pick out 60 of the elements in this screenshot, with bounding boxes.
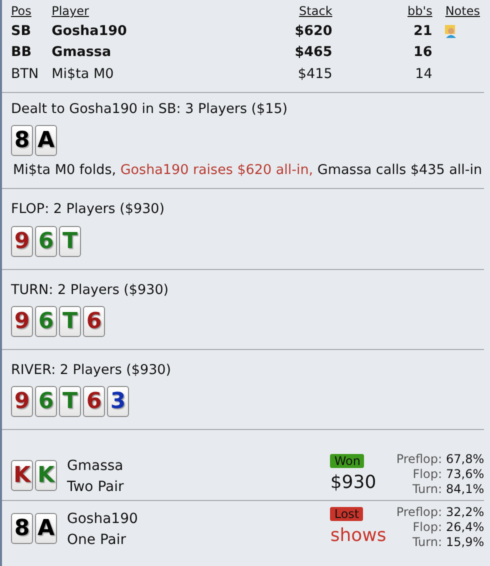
- equity-label: Flop:: [412, 520, 442, 535]
- playing-card: 6: [83, 306, 105, 337]
- big-blinds-count: 16: [414, 44, 432, 60]
- stack-amount: $415: [298, 66, 332, 82]
- player-name: Gmassa: [67, 457, 124, 476]
- equity-label: Preflop:: [396, 505, 442, 520]
- equity-value: 15,9%: [446, 535, 484, 550]
- player-name: Gosha190: [67, 510, 139, 529]
- result-amount: $930: [330, 472, 378, 494]
- player-name: Gmassa: [52, 44, 112, 60]
- playing-card: 6: [35, 386, 57, 417]
- hand-rank: One Pair: [67, 531, 127, 550]
- result-amount: shows: [330, 524, 388, 546]
- playing-card: K: [35, 460, 57, 491]
- equity-value: 73,6%: [446, 467, 484, 482]
- equity-value: 84,1%: [446, 482, 484, 497]
- playing-card: T: [59, 386, 81, 417]
- column-header: Player: [50, 3, 90, 20]
- street-title: Dealt to Gosha190 in SB: 3 Players ($15): [11, 100, 289, 119]
- playing-card: 9: [11, 306, 33, 337]
- playing-card: 6: [83, 386, 105, 417]
- position-label: SB: [11, 23, 32, 39]
- equity-label: Turn:: [412, 535, 442, 550]
- playing-card: T: [59, 226, 81, 256]
- playing-card: 6: [35, 306, 57, 337]
- position-label: BTN: [11, 66, 39, 82]
- equity-label: Turn:: [412, 482, 442, 497]
- big-blinds-count: 21: [414, 23, 432, 39]
- playing-card: 3: [107, 386, 129, 417]
- playing-card: 8: [11, 125, 33, 156]
- column-header: Stack: [298, 3, 334, 20]
- action-line: Mi$ta M0 folds, Gosha190 raises $620 all-in, Gmassa calls $435 all-in: [13, 161, 484, 180]
- player-name: Mi$ta M0: [52, 66, 114, 82]
- column-header: Notes: [444, 3, 481, 20]
- result-badge: Lost: [330, 507, 364, 521]
- street-title: TURN: 2 Players ($930): [11, 280, 170, 300]
- column-header: bb's: [406, 3, 434, 20]
- stack-amount: $465: [294, 44, 332, 60]
- column-header: Pos: [10, 3, 32, 20]
- playing-card: K: [11, 460, 33, 491]
- street-title: FLOP: 2 Players ($930): [11, 200, 166, 220]
- playing-card: 8: [11, 513, 33, 544]
- hand-rank: Two Pair: [67, 478, 125, 497]
- street-title: RIVER: 2 Players ($930): [11, 360, 172, 380]
- equity-label: Flop:: [412, 467, 442, 482]
- playing-card: 9: [11, 226, 33, 256]
- position-label: BB: [11, 44, 32, 60]
- result-badge: Won: [330, 454, 364, 468]
- playing-card: 9: [11, 386, 33, 417]
- playing-card: T: [59, 306, 81, 337]
- equity-label: Preflop:: [396, 452, 442, 467]
- player-name: Gosha190: [52, 23, 127, 39]
- equity-value: 32,2%: [446, 505, 484, 520]
- equity-value: 26,4%: [446, 520, 484, 535]
- playing-card: A: [35, 513, 57, 544]
- stack-amount: $620: [294, 23, 332, 39]
- playing-card: A: [35, 125, 57, 156]
- big-blinds-count: 14: [415, 66, 432, 82]
- playing-card: 6: [35, 226, 57, 256]
- equity-value: 67,8%: [446, 452, 484, 467]
